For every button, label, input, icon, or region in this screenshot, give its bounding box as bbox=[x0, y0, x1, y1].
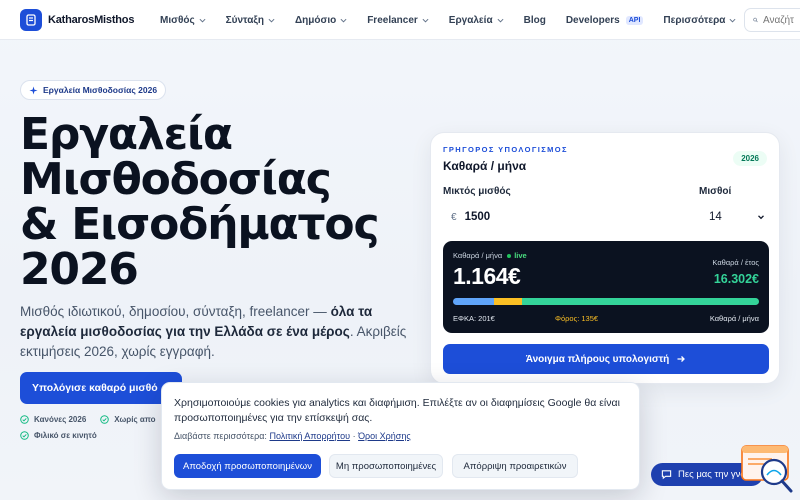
accept-personalized-button[interactable]: Αποδοχή προσωποποιημένων bbox=[174, 454, 321, 478]
efka-segment bbox=[453, 298, 494, 305]
hero-title-line: 2026 bbox=[20, 244, 139, 295]
net-monthly-label-row: Καθαρά / μήνα live bbox=[453, 251, 527, 260]
check-circle-icon bbox=[20, 414, 29, 424]
nav-item-label: Εργαλεία bbox=[448, 14, 493, 26]
gross-salary-input[interactable]: € 1500 bbox=[443, 204, 689, 230]
tax-amount: Φόρος: 135€ bbox=[555, 314, 599, 323]
reject-optional-button[interactable]: Απόρριψη προαιρετικών bbox=[452, 454, 578, 478]
feature-check-label: Κανόνες 2026 bbox=[34, 414, 87, 424]
net-segment bbox=[521, 298, 759, 305]
net-monthly-label: Καθαρά / μήνα bbox=[453, 251, 503, 260]
nav-item-more[interactable]: Περισσότερα bbox=[663, 15, 736, 26]
nav-item-tools[interactable]: Εργαλεία bbox=[449, 15, 504, 26]
feature-check: Φιλικό σε κινητό bbox=[20, 431, 97, 440]
cookie-message: Χρησιμοποιούμε cookies για analytics και… bbox=[174, 397, 620, 424]
nav-item-salary[interactable]: Μισθός bbox=[160, 15, 206, 26]
gross-salary-label: Μικτός μισθός bbox=[443, 186, 511, 197]
api-badge: API bbox=[625, 15, 644, 25]
feature-check: Κανόνες 2026 bbox=[20, 415, 86, 424]
quick-calculator-card: ΓΡΗΓΟΡΟΣ ΥΠΟΛΟΓΙΣΜΟΣ Καθαρά / μήνα 2026 … bbox=[430, 132, 780, 384]
search-icon bbox=[753, 17, 758, 23]
open-full-calculator-button[interactable]: Άνοιγμα πλήρους υπολογιστή bbox=[443, 344, 769, 374]
hero-title-line: Μισθοδοσίας bbox=[20, 154, 332, 205]
nav-item-label: Μισθός bbox=[160, 14, 195, 26]
chevron-down-icon bbox=[340, 18, 347, 23]
brand-name: KatharosMisthos bbox=[48, 14, 135, 26]
sparkle-icon bbox=[29, 85, 38, 95]
nav-item-label: Freelancer bbox=[367, 14, 418, 26]
hero-title-line: & Εισοδήματος bbox=[20, 199, 380, 250]
search-box[interactable] bbox=[744, 8, 800, 32]
feature-checks: Κανόνες 2026 Χωρίς απο Φιλικό σε κινητό bbox=[20, 411, 156, 443]
efka-amount: ΕΦΚΑ: 201€ bbox=[453, 314, 495, 323]
feature-check-label: Φιλικό σε κινητό bbox=[34, 430, 97, 440]
support-widget-icon[interactable] bbox=[740, 444, 796, 496]
chat-bubble-icon bbox=[661, 470, 672, 480]
subtitle-text: Μισθός ιδιωτικού, δημοσίου, σύνταξη, fre… bbox=[20, 304, 331, 319]
salaries-count-value: 14 bbox=[709, 211, 722, 223]
cookie-links: Διαβάστε περισσότερα: Πολιτική Απορρήτου… bbox=[174, 431, 411, 441]
brand-logo[interactable]: KatharosMisthos bbox=[20, 9, 134, 31]
result-panel: Καθαρά / μήνα live 1.164€ Καθαρά / έτος … bbox=[443, 241, 769, 333]
arrow-right-icon bbox=[677, 356, 686, 362]
card-title: Καθαρά / μήνα bbox=[443, 159, 527, 173]
link-separator: · bbox=[352, 431, 356, 441]
live-label: live bbox=[514, 251, 527, 260]
logo-icon bbox=[20, 9, 42, 31]
salaries-count-label: Μισθοί bbox=[699, 186, 732, 197]
nav-item-freelancer[interactable]: Freelancer bbox=[367, 15, 429, 26]
chevron-down-icon bbox=[422, 18, 429, 23]
terms-link[interactable]: Όροι Χρήσης bbox=[358, 431, 411, 441]
hero-title-line: Εργαλεία bbox=[20, 109, 233, 160]
currency-symbol: € bbox=[451, 211, 457, 223]
net-yearly-label: Καθαρά / έτος bbox=[712, 258, 759, 267]
net-legend: Καθαρά / μήνα bbox=[709, 314, 759, 323]
chevron-down-icon bbox=[268, 18, 275, 23]
year-badge: 2026 bbox=[733, 151, 767, 166]
net-monthly-value: 1.164€ bbox=[453, 263, 521, 289]
tax-segment bbox=[494, 298, 522, 305]
nav-item-developers[interactable]: Developers API bbox=[566, 15, 644, 26]
hero-pill-label: Εργαλεία Μισθοδοσίας 2026 bbox=[43, 85, 158, 95]
open-full-calculator-label: Άνοιγμα πλήρους υπολογιστή bbox=[525, 353, 670, 365]
gross-salary-value: 1500 bbox=[464, 211, 491, 223]
chevron-down-icon bbox=[497, 18, 504, 23]
check-circle-icon bbox=[20, 430, 29, 440]
salaries-count-select[interactable]: 14 bbox=[699, 204, 769, 230]
nav-item-public[interactable]: Δημόσιο bbox=[295, 15, 347, 26]
calculate-net-salary-button[interactable]: Υπολόγισε καθαρό μισθό bbox=[20, 372, 182, 404]
feature-check-label: Χωρίς απο bbox=[114, 414, 156, 424]
check-circle-icon bbox=[100, 414, 110, 424]
nav-item-label: Blog bbox=[523, 14, 546, 26]
cookie-consent-banner: Χρησιμοποιούμε cookies για analytics και… bbox=[161, 382, 640, 490]
chevron-down-icon bbox=[758, 215, 764, 220]
non-personalized-button[interactable]: Μη προσωποποιημένες bbox=[329, 454, 443, 478]
top-navbar: KatharosMisthos Μισθός Σύνταξη Δημόσιο F… bbox=[0, 0, 800, 40]
feature-check: Χωρίς απο bbox=[100, 414, 156, 424]
nav-item-label: Περισσότερα bbox=[663, 14, 726, 26]
cookie-links-prefix: Διαβάστε περισσότερα: bbox=[174, 431, 267, 441]
chevron-down-icon bbox=[199, 18, 206, 23]
nav-item-blog[interactable]: Blog bbox=[524, 15, 546, 26]
nav-item-label: Σύνταξη bbox=[225, 14, 264, 26]
breakdown-bar bbox=[453, 298, 759, 305]
hero-title: Εργαλεία Μισθοδοσίας & Εισοδήματος 2026 bbox=[20, 112, 420, 292]
privacy-policy-link[interactable]: Πολιτική Απορρήτου bbox=[269, 431, 350, 441]
main-menu: Μισθός Σύνταξη Δημόσιο Freelancer Εργαλε… bbox=[160, 0, 756, 40]
hero-pill: Εργαλεία Μισθοδοσίας 2026 bbox=[20, 80, 167, 100]
nav-item-pension[interactable]: Σύνταξη bbox=[226, 15, 275, 26]
search-input[interactable] bbox=[763, 14, 800, 26]
nav-item-label: Δημόσιο bbox=[294, 14, 337, 26]
live-dot-icon bbox=[507, 253, 512, 258]
nav-item-label: Developers bbox=[565, 14, 620, 26]
chevron-down-icon bbox=[729, 18, 736, 23]
live-indicator: live bbox=[507, 251, 527, 260]
card-kicker: ΓΡΗΓΟΡΟΣ ΥΠΟΛΟΓΙΣΜΟΣ bbox=[443, 145, 568, 154]
net-yearly-value: 16.302€ bbox=[713, 272, 759, 286]
hero-subtitle: Μισθός ιδιωτικού, δημοσίου, σύνταξη, fre… bbox=[20, 302, 410, 362]
